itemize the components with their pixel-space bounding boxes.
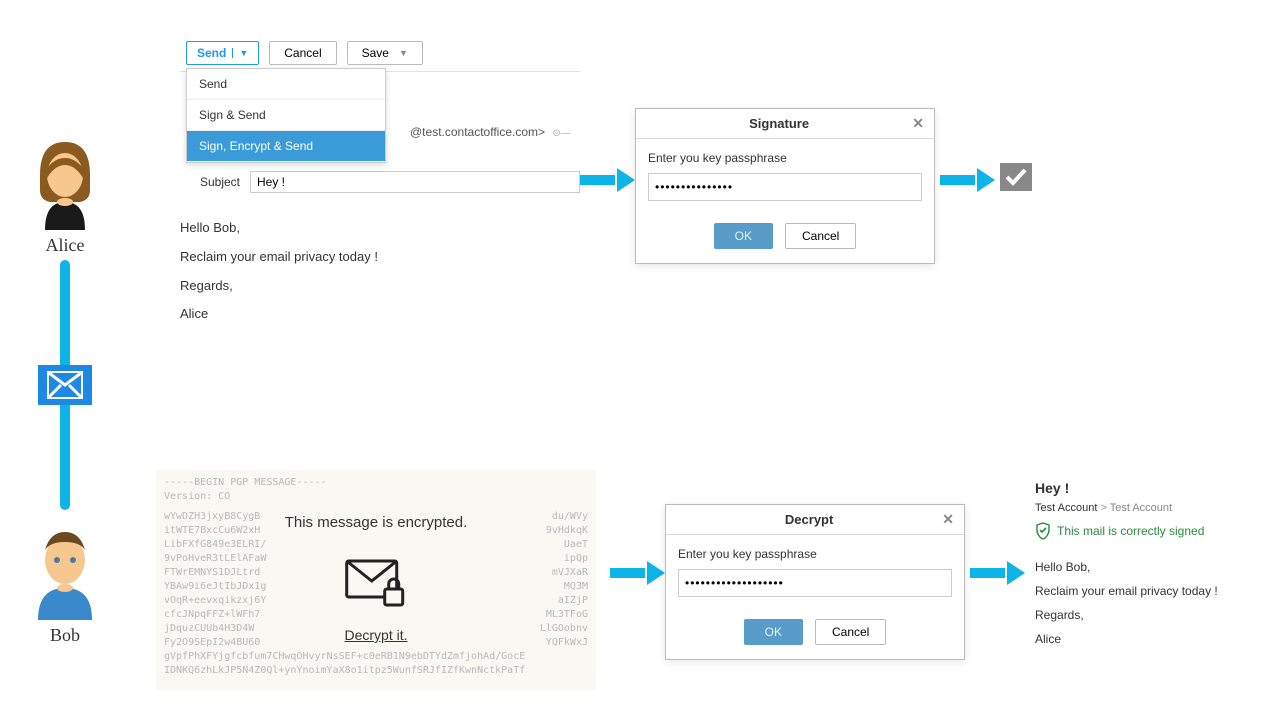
send-dropdown-caret-icon[interactable]: ▼ [232, 48, 248, 58]
subject-row: Subject [180, 166, 580, 198]
cancel-button[interactable]: Cancel [785, 223, 856, 249]
close-icon[interactable]: ✕ [912, 115, 924, 132]
alice-label: Alice [20, 235, 110, 256]
save-button-label: Save [362, 46, 389, 60]
encrypted-message-text: This message is encrypted. [285, 512, 468, 533]
save-dropdown-caret-icon[interactable]: ▼ [399, 48, 408, 58]
compose-toolbar: Send ▼ Cancel Save ▼ [180, 35, 580, 72]
arrow-icon [970, 563, 1015, 583]
dropdown-item-sign-encrypt-send[interactable]: Sign, Encrypt & Send [187, 131, 385, 162]
decrypted-body: Hello Bob, Reclaim your email privacy to… [1035, 560, 1265, 646]
arrow-icon [610, 563, 655, 583]
cancel-button[interactable]: Cancel [815, 619, 886, 645]
signature-dialog: Signature ✕ Enter you key passphrase OK … [635, 108, 935, 264]
send-button[interactable]: Send ▼ [186, 41, 259, 65]
decrypted-message-panel: Hey ! Test Account > Test Account This m… [1035, 480, 1265, 656]
passphrase-prompt: Enter you key passphrase [648, 151, 922, 165]
key-icon: ⊝— [552, 128, 570, 139]
bob-label: Bob [20, 625, 110, 646]
cancel-button[interactable]: Cancel [269, 41, 336, 65]
encrypted-message-panel: -----BEGIN PGP MESSAGE----- Version: CO … [156, 470, 596, 690]
subject-label: Subject [180, 175, 240, 189]
send-button-label: Send [197, 46, 226, 60]
app-logo-icon [38, 365, 92, 405]
locked-envelope-icon [341, 551, 411, 607]
subject-input[interactable] [250, 171, 580, 193]
close-icon[interactable]: ✕ [942, 511, 954, 528]
avatar-alice: Alice [20, 130, 110, 256]
passphrase-input[interactable] [648, 173, 922, 201]
arrow-icon [580, 170, 625, 190]
dialog-header: Signature ✕ [636, 109, 934, 139]
avatar-bob: Bob [20, 520, 110, 646]
decrypt-dialog: Decrypt ✕ Enter you key passphrase OK Ca… [665, 504, 965, 660]
compose-body[interactable]: Hello Bob, Reclaim your email privacy to… [180, 218, 580, 325]
dropdown-item-send[interactable]: Send [187, 69, 385, 100]
shield-check-icon [1035, 522, 1051, 540]
alice-avatar-icon [20, 130, 110, 230]
dialog-title: Decrypt [676, 512, 942, 527]
signed-badge: This mail is correctly signed [1035, 522, 1265, 546]
dialog-header: Decrypt ✕ [666, 505, 964, 535]
decrypt-link[interactable]: Decrypt it. [285, 626, 468, 646]
breadcrumb: Test Account > Test Account [1035, 502, 1265, 514]
save-button[interactable]: Save ▼ [347, 41, 423, 65]
dialog-title: Signature [646, 116, 912, 131]
ok-button[interactable]: OK [714, 223, 773, 249]
success-check-icon [1000, 163, 1032, 191]
encrypted-overlay: This message is encrypted. Decrypt it. [285, 512, 468, 646]
decrypted-subject: Hey ! [1035, 480, 1265, 496]
recipient-chip[interactable]: @test.contactoffice.com> ⊝— [410, 125, 571, 139]
ok-button[interactable]: OK [744, 619, 803, 645]
arrow-icon [940, 170, 985, 190]
bob-avatar-icon [20, 520, 110, 620]
passphrase-prompt: Enter you key passphrase [678, 547, 952, 561]
send-dropdown-menu: Send Sign & Send Sign, Encrypt & Send [186, 68, 386, 163]
dropdown-item-sign-send[interactable]: Sign & Send [187, 100, 385, 131]
passphrase-input[interactable] [678, 569, 952, 597]
